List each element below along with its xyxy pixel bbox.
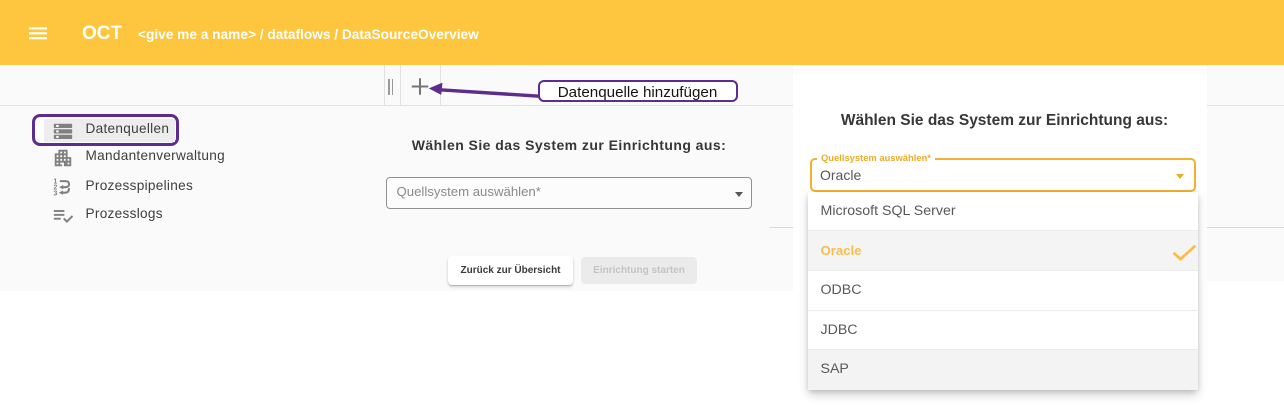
svg-text:3: 3 xyxy=(53,190,57,197)
